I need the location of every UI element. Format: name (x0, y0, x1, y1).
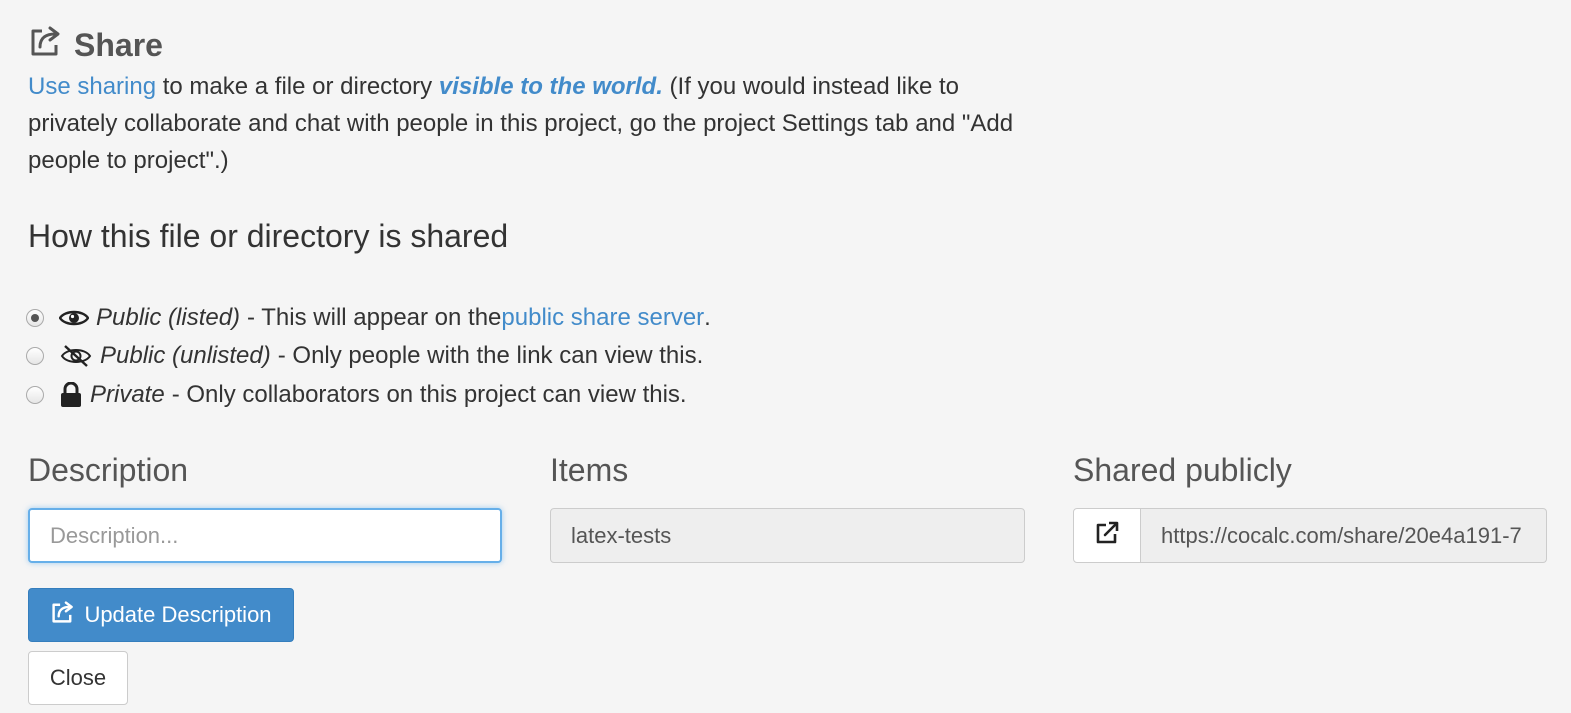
update-description-button[interactable]: Update Description (28, 588, 294, 642)
page-title: Share (28, 24, 163, 66)
share-square-icon (50, 599, 76, 631)
use-sharing-link[interactable]: Use sharing (28, 73, 156, 100)
radio-public-listed[interactable] (26, 309, 44, 327)
title-text: Share (74, 26, 163, 63)
shared-publicly-label: Shared publicly (1073, 452, 1292, 488)
option-public-listed[interactable]: Public (listed) - This will appear on th… (26, 300, 711, 336)
public-share-server-link[interactable]: public share server (501, 304, 704, 332)
option-label: Private (90, 381, 165, 408)
option-label: Public (listed) (96, 304, 241, 331)
option-public-unlisted[interactable]: Public (unlisted) - Only people with the… (26, 338, 703, 374)
intro-paragraph: Use sharing to make a file or directory … (28, 68, 1028, 179)
eye-icon (58, 306, 90, 330)
description-input[interactable] (28, 508, 502, 563)
items-label: Items (550, 452, 629, 488)
open-link-button[interactable] (1073, 508, 1141, 563)
option-private[interactable]: Private - Only collaborators on this pro… (26, 377, 687, 413)
share-square-icon (28, 23, 64, 67)
close-button[interactable]: Close (28, 651, 128, 705)
radio-public-unlisted[interactable] (26, 347, 44, 365)
radio-private[interactable] (26, 386, 44, 404)
update-description-label: Update Description (84, 602, 272, 627)
option-label: Public (unlisted) (100, 342, 271, 369)
description-label: Description (28, 452, 189, 488)
shared-url-field[interactable]: https://cocalc.com/share/20e4a191-7 (1141, 508, 1547, 563)
items-field: latex-tests (550, 508, 1025, 563)
external-link-icon (1094, 520, 1120, 551)
option-text: - Only collaborators on this project can… (171, 381, 687, 408)
option-text: - Only people with the link can view thi… (277, 342, 704, 369)
intro-text-1: to make a file or directory (156, 73, 439, 100)
sharing-mode-heading: How this file or directory is shared (28, 218, 509, 254)
visible-to-world-link[interactable]: visible to the world. (439, 73, 663, 100)
option-text: - This will appear on the (247, 304, 502, 331)
eye-slash-icon (58, 344, 94, 368)
option-suffix: . (704, 304, 711, 331)
shared-url-group: https://cocalc.com/share/20e4a191-7 (1073, 508, 1547, 563)
lock-icon (58, 382, 84, 407)
